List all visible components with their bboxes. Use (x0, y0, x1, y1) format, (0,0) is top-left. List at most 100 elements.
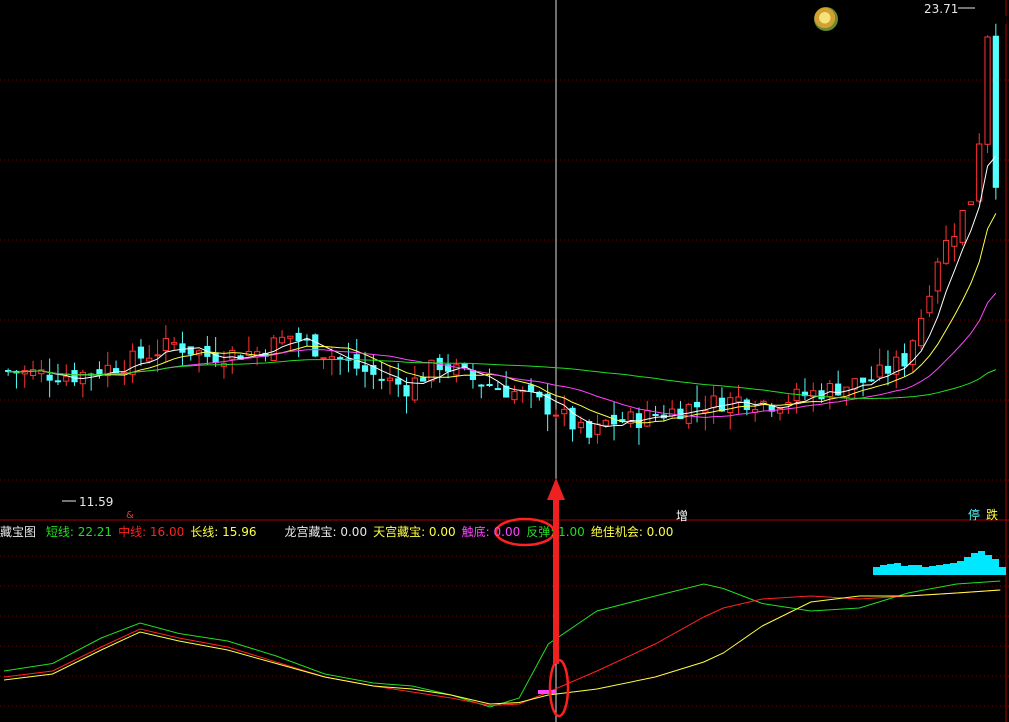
indicator-bar-11 (950, 563, 957, 575)
candle-body-59 (494, 388, 501, 391)
indicator-bar-18 (999, 567, 1006, 575)
indicator-line-1 (3, 589, 1001, 707)
candle-body-82 (685, 403, 692, 424)
candle-body-113 (942, 239, 950, 264)
candle-body-39 (328, 356, 335, 360)
indicator-item-1: 中线: 16.00 (118, 525, 185, 539)
indicator-item-3: 龙宫藏宝: 0.00 (284, 525, 368, 539)
candle-body-105 (876, 364, 883, 378)
zeng-marker: 增 (676, 509, 689, 523)
indicator-line-2 (3, 589, 1001, 705)
candle-body-49 (411, 377, 418, 401)
indicator-bar-5 (908, 565, 915, 575)
indicator-bar-12 (957, 561, 964, 575)
candle-body-71 (594, 423, 601, 435)
candle-body-118 (984, 36, 991, 145)
candle-body-80 (669, 408, 676, 417)
candle-body-84 (702, 410, 709, 414)
indicator-bar-10 (943, 564, 950, 575)
candle-body-83 (693, 401, 701, 408)
candle-body-38 (320, 357, 327, 360)
candle-body-18 (154, 354, 161, 357)
candle-body-32 (270, 337, 277, 362)
moving-averages (8, 155, 997, 428)
indicator-bar-14 (971, 553, 978, 575)
up-arrow (547, 478, 565, 664)
candle-body-19 (162, 338, 169, 352)
low-price-label: 11.59 (79, 495, 114, 509)
indicator-bar-16 (985, 555, 992, 575)
indicator-bar-1 (880, 565, 887, 575)
die-marker: 跌 (986, 508, 999, 522)
candle-body-111 (926, 295, 933, 314)
candle-body-114 (951, 236, 958, 247)
site-logo: www.55188.com (810, 4, 1009, 34)
indicator-bar-15 (978, 551, 985, 575)
candle-body-7 (63, 375, 70, 382)
candle-body-103 (859, 377, 867, 383)
indicator-bar-6 (915, 565, 922, 575)
indicator-bar-8 (929, 566, 936, 575)
candle-body-110 (918, 317, 925, 347)
candle-body-57 (478, 384, 485, 387)
candle-body-100 (835, 383, 842, 396)
ma5-line (8, 155, 997, 428)
candle-body-78 (652, 414, 659, 417)
candle-body-117 (976, 143, 983, 202)
bottom-left-marker: & (126, 510, 134, 521)
candle-body-6 (54, 380, 62, 383)
indicator-item-5: 触底: 0.00 (461, 525, 521, 539)
candle-body-37 (312, 334, 319, 357)
candle-body-8 (71, 370, 78, 383)
candle-body-115 (959, 209, 966, 243)
candle-body-70 (586, 421, 593, 438)
indicator-name: 藏宝图 (0, 525, 37, 539)
candle-body-46 (386, 377, 394, 382)
indicator-line-0 (3, 580, 1001, 708)
indicator-bar-9 (936, 565, 943, 575)
candle-body-48 (403, 385, 410, 397)
candle-body-112 (934, 261, 941, 292)
indicator-item-2: 长线: 15.96 (190, 525, 257, 539)
candle-body-43 (361, 365, 369, 372)
indicator-item-7: 绝佳机会: 0.00 (590, 525, 674, 539)
high-price-label: 23.71 (924, 2, 959, 16)
candle-body-106 (884, 365, 892, 374)
indicator-bar-2 (887, 564, 894, 575)
candle-body-104 (868, 379, 875, 382)
candle-body-85 (710, 395, 717, 409)
candle-body-67 (561, 408, 568, 415)
candle-body-35 (295, 332, 302, 342)
candle-body-27 (229, 349, 236, 360)
candle-body-11 (96, 369, 103, 375)
candle-body-33 (278, 336, 286, 344)
candle-body-16 (137, 346, 145, 359)
candle-body-61 (511, 391, 518, 401)
candle-body-89 (743, 399, 750, 410)
bottom-circle (548, 658, 570, 718)
indicator-item-6: 反弹: 1.00 (526, 525, 585, 539)
candle-body-40 (337, 357, 344, 360)
stock-chart (0, 0, 1009, 722)
candle-body-5 (46, 374, 53, 381)
candle-body-50 (420, 377, 427, 382)
candle-body-72 (602, 419, 609, 426)
candle-body-17 (146, 357, 153, 362)
candle-body-116 (967, 201, 975, 206)
indicator-bar-0 (873, 567, 880, 575)
candle-body-119 (992, 35, 999, 188)
indicator-bar-13 (964, 557, 971, 575)
candlestick-series (5, 23, 999, 445)
candle-body-66 (552, 414, 560, 417)
candle-body-88 (735, 396, 742, 403)
indicator-item-0: 短线: 22.21 (45, 525, 113, 539)
candle-body-45 (378, 378, 385, 381)
indicator-item-4: 天宫藏宝: 0.00 (373, 525, 456, 539)
indicator-labels: 藏宝图 短线: 22.21 中线: 16.00 长线: 15.96 龙宫藏宝: 0.0… (0, 525, 673, 539)
candle-body-99 (826, 383, 833, 397)
logo-icon (814, 7, 838, 31)
indicator-bar-7 (922, 567, 929, 575)
candle-body-20 (171, 342, 178, 345)
indicator-bar-3 (894, 563, 901, 575)
touch-bottom-marker (538, 690, 556, 694)
